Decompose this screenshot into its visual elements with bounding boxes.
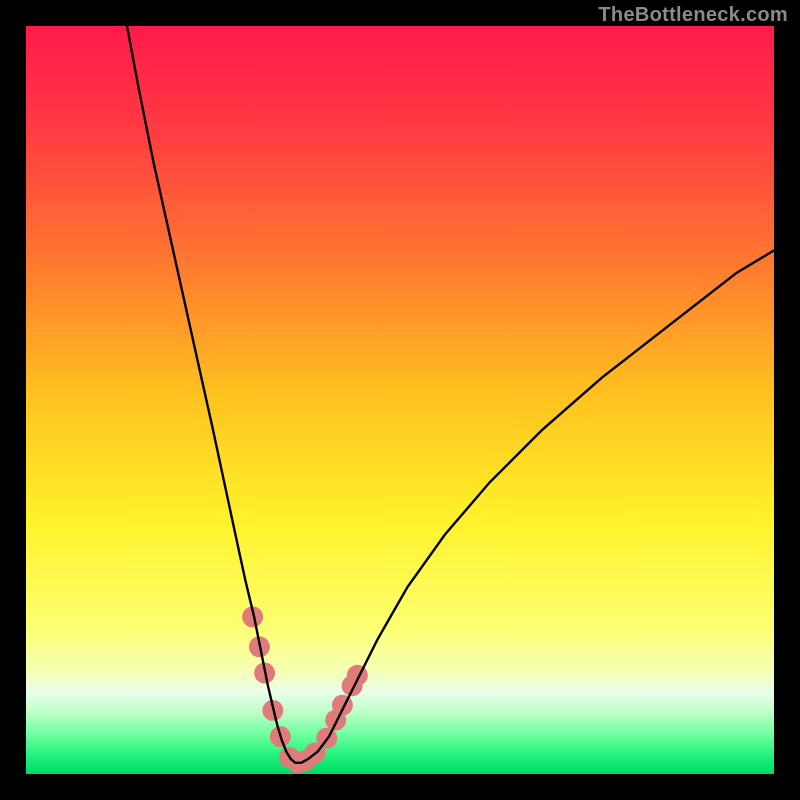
highlight-markers	[242, 606, 368, 773]
marker-dot	[347, 665, 368, 686]
plot-area	[26, 26, 774, 774]
chart-svg	[26, 26, 774, 774]
watermark-label: TheBottleneck.com	[598, 4, 788, 27]
bottleneck-curve	[127, 26, 774, 763]
outer-frame: TheBottleneck.com	[0, 0, 800, 800]
marker-dot	[332, 695, 353, 716]
